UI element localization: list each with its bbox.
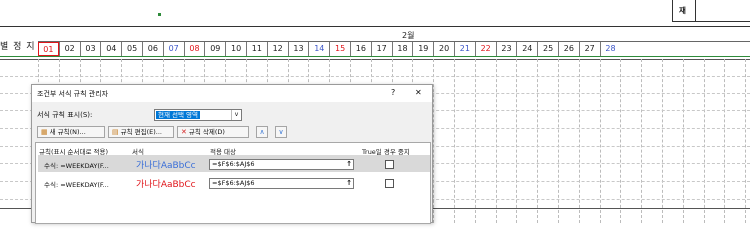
rule-row-1-stop-if-true-checkbox[interactable] bbox=[385, 160, 394, 169]
show-rules-label: 서식 규칙 표시(S): bbox=[37, 111, 93, 119]
rule-row-1-applies-to-value: =$F$6:$AJ$6 bbox=[212, 160, 255, 168]
range-select-icon[interactable]: ↑ bbox=[346, 160, 352, 169]
day-header-cell[interactable]: 27 bbox=[578, 42, 600, 56]
rule-row-1-formula[interactable]: 수식: =WEEKDAY(F... bbox=[44, 160, 109, 170]
day-header-cell[interactable]: 14 bbox=[308, 42, 329, 56]
dialog-titlebar: 조건부 서식 규칙 관리자 ? ✕ bbox=[32, 85, 432, 102]
rules-list: 규칙(표시 순서대로 적용) 서식 적용 대상 True일 경우 중지 수식: … bbox=[35, 142, 431, 224]
top-border bbox=[0, 26, 750, 27]
header-bottom-border bbox=[0, 59, 750, 60]
rule-row-2-formula[interactable]: 수식: =WEEKDAY(F... bbox=[44, 179, 109, 189]
new-rule-button[interactable]: ▦ 새 규칙(N)... bbox=[37, 126, 105, 138]
edit-rule-button[interactable]: ▤ 규칙 편집(E)... bbox=[108, 126, 174, 138]
move-up-button[interactable]: ∧ bbox=[256, 126, 268, 138]
day-header-cell[interactable]: 21 bbox=[454, 42, 475, 56]
day-header-cell[interactable]: 10 bbox=[225, 42, 246, 56]
day-header-cell[interactable]: 13 bbox=[287, 42, 309, 56]
day-row-border bbox=[0, 56, 750, 57]
day-header-cell[interactable]: 12 bbox=[266, 42, 288, 56]
day-header-cell[interactable]: 07 bbox=[162, 42, 184, 56]
table-icon: ▦ bbox=[41, 128, 48, 136]
edit-table-icon: ▤ bbox=[112, 128, 119, 136]
show-rules-select[interactable]: 현재 선택 영역 v bbox=[154, 109, 242, 121]
close-button[interactable]: ✕ bbox=[415, 88, 422, 97]
chevron-down-icon[interactable]: v bbox=[231, 110, 241, 120]
show-rules-value: 현재 선택 영역 bbox=[156, 111, 201, 119]
delete-x-icon: ✕ bbox=[181, 128, 187, 136]
day-header-cell[interactable]: 28 bbox=[599, 42, 621, 56]
rule-row-1-format-preview: 가나다AaBbCc bbox=[136, 161, 196, 171]
day-header-cell[interactable]: 15 bbox=[329, 42, 350, 56]
day-header-cell[interactable]: 04 bbox=[100, 42, 121, 56]
rule-row-2-applies-to-input[interactable]: =$F$6:$AJ$6 ↑ bbox=[209, 178, 354, 189]
move-down-button[interactable]: ∨ bbox=[275, 126, 287, 138]
rule-row-2-format-preview: 가나다AaBbCc bbox=[136, 180, 196, 190]
rule-row-2-stop-if-true-checkbox[interactable] bbox=[385, 179, 394, 188]
day-header-cell[interactable]: 19 bbox=[412, 42, 433, 56]
day-header-cell[interactable]: 23 bbox=[495, 42, 517, 56]
range-select-icon[interactable]: ↑ bbox=[346, 179, 352, 188]
month-label: 2월 bbox=[402, 31, 415, 40]
day-header-cell[interactable]: 16 bbox=[350, 42, 371, 56]
day-header-cell[interactable]: 01 bbox=[38, 42, 59, 56]
rule-row-2-applies-to-value: =$F$6:$AJ$6 bbox=[212, 179, 255, 187]
side-label: 별 정 지 bbox=[0, 42, 36, 52]
day-header-cell[interactable]: 25 bbox=[537, 42, 558, 56]
green-marker-icon bbox=[158, 13, 161, 16]
delete-rule-button[interactable]: ✕ 규칙 삭제(D) bbox=[177, 126, 249, 138]
day-header-cell[interactable]: 05 bbox=[121, 42, 142, 56]
day-header-cell[interactable]: 03 bbox=[79, 42, 101, 56]
day-header-cell[interactable]: 17 bbox=[370, 42, 392, 56]
day-header-cell[interactable]: 11 bbox=[246, 42, 267, 56]
header-cell-text: 재 bbox=[679, 6, 686, 15]
day-header-cell[interactable]: 18 bbox=[391, 42, 413, 56]
grid-horizontal-line bbox=[0, 76, 750, 77]
day-header-cell[interactable]: 24 bbox=[516, 42, 537, 56]
rule-row-1-applies-to-input[interactable]: =$F$6:$AJ$6 ↑ bbox=[209, 159, 354, 170]
day-header-cell[interactable]: 26 bbox=[558, 42, 579, 56]
day-header-cell[interactable]: 08 bbox=[183, 42, 205, 56]
dialog-title: 조건부 서식 규칙 관리자 bbox=[37, 90, 109, 98]
day-header-cell[interactable]: 02 bbox=[58, 42, 80, 56]
day-header-cell[interactable]: 22 bbox=[474, 42, 496, 56]
day-header-cell[interactable]: 20 bbox=[433, 42, 454, 56]
header-cell-box-2 bbox=[696, 0, 750, 22]
delete-rule-label: 규칙 삭제(D) bbox=[188, 128, 225, 136]
day-header-cell[interactable]: 09 bbox=[204, 42, 225, 56]
conditional-format-rules-manager-dialog: 조건부 서식 규칙 관리자 ? ✕ 서식 규칙 표시(S): 현재 선택 영역 … bbox=[31, 84, 433, 224]
day-header-cell[interactable]: 06 bbox=[142, 42, 163, 56]
new-rule-label: 새 규칙(N)... bbox=[49, 128, 86, 136]
help-button[interactable]: ? bbox=[391, 88, 395, 97]
edit-rule-label: 규칙 편집(E)... bbox=[120, 128, 162, 136]
